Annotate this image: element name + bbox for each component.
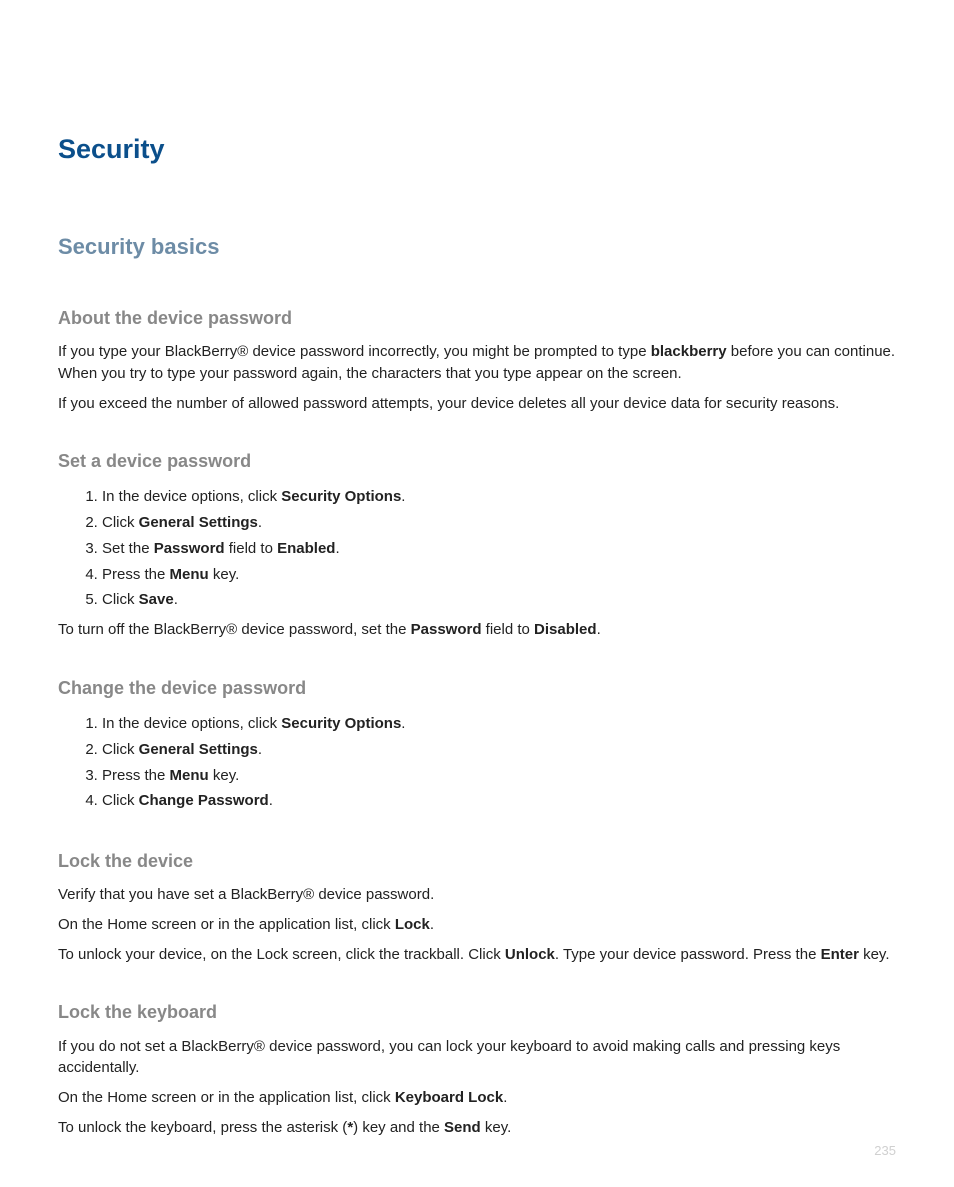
bold-text: Change Password	[139, 792, 269, 809]
bold-text: General Settings	[139, 514, 258, 531]
bold-text: Menu	[170, 767, 209, 784]
text: field to	[482, 621, 535, 638]
text: Click	[102, 514, 139, 531]
bold-text: Enabled	[277, 540, 335, 557]
change-password-steps: In the device options, click Security Op…	[58, 711, 896, 814]
text: ) key and the	[353, 1119, 444, 1136]
text: .	[174, 591, 178, 608]
text: To turn off the BlackBerry® device passw…	[58, 621, 411, 638]
text: key.	[209, 566, 240, 583]
subheading-lock-keyboard: Lock the keyboard	[58, 999, 896, 1025]
lock-keyboard-p3: To unlock the keyboard, press the asteri…	[58, 1117, 896, 1139]
list-item: Click General Settings.	[102, 737, 896, 763]
text: .	[401, 488, 405, 505]
lock-device-p3: To unlock your device, on the Lock scree…	[58, 944, 896, 966]
list-item: Set the Password field to Enabled.	[102, 536, 896, 562]
section-title: Security basics	[58, 231, 896, 263]
text: In the device options, click	[102, 488, 281, 505]
bold-text: General Settings	[139, 741, 258, 758]
list-item: Click Save.	[102, 587, 896, 613]
bold-text: Security Options	[281, 715, 401, 732]
list-item: Click Change Password.	[102, 788, 896, 814]
text: To unlock your device, on the Lock scree…	[58, 946, 505, 963]
about-paragraph-1: If you type your BlackBerry® device pass…	[58, 341, 896, 385]
lock-device-p2: On the Home screen or in the application…	[58, 914, 896, 936]
set-password-after: To turn off the BlackBerry® device passw…	[58, 619, 896, 641]
text: Press the	[102, 566, 170, 583]
list-item: Press the Menu key.	[102, 763, 896, 789]
text: .	[258, 741, 262, 758]
list-item: In the device options, click Security Op…	[102, 484, 896, 510]
subheading-lock-device: Lock the device	[58, 848, 896, 874]
text: .	[335, 540, 339, 557]
text: .	[503, 1089, 507, 1106]
lock-device-p1: Verify that you have set a BlackBerry® d…	[58, 884, 896, 906]
bold-text: Lock	[395, 916, 430, 933]
text: .	[597, 621, 601, 638]
text: On the Home screen or in the application…	[58, 916, 395, 933]
list-item: In the device options, click Security Op…	[102, 711, 896, 737]
text: . Type your device password. Press the	[555, 946, 821, 963]
bold-text: Password	[411, 621, 482, 638]
bold-text: Enter	[821, 946, 859, 963]
text: key.	[209, 767, 240, 784]
text: key.	[859, 946, 890, 963]
text: .	[430, 916, 434, 933]
about-paragraph-2: If you exceed the number of allowed pass…	[58, 393, 896, 415]
lock-keyboard-p2: On the Home screen or in the application…	[58, 1087, 896, 1109]
bold-text: Save	[139, 591, 174, 608]
text: In the device options, click	[102, 715, 281, 732]
bold-text: Unlock	[505, 946, 555, 963]
page-title: Security	[58, 130, 896, 169]
text: To unlock the keyboard, press the asteri…	[58, 1119, 347, 1136]
set-password-steps: In the device options, click Security Op…	[58, 484, 896, 613]
text: .	[269, 792, 273, 809]
bold-text: Password	[154, 540, 225, 557]
text: field to	[225, 540, 278, 557]
text: On the Home screen or in the application…	[58, 1089, 395, 1106]
text: Click	[102, 741, 139, 758]
text: If you type your BlackBerry® device pass…	[58, 343, 651, 360]
list-item: Press the Menu key.	[102, 562, 896, 588]
text: Set the	[102, 540, 154, 557]
subheading-about-device-password: About the device password	[58, 305, 896, 331]
text: Click	[102, 792, 139, 809]
bold-text: Menu	[170, 566, 209, 583]
text: Click	[102, 591, 139, 608]
bold-text: Send	[444, 1119, 481, 1136]
text: key.	[481, 1119, 512, 1136]
bold-text: Security Options	[281, 488, 401, 505]
bold-text: Keyboard Lock	[395, 1089, 503, 1106]
subheading-set-device-password: Set a device password	[58, 448, 896, 474]
bold-text: blackberry	[651, 343, 727, 360]
text: Press the	[102, 767, 170, 784]
bold-text: Disabled	[534, 621, 597, 638]
lock-keyboard-p1: If you do not set a BlackBerry® device p…	[58, 1036, 896, 1080]
text: .	[258, 514, 262, 531]
subheading-change-device-password: Change the device password	[58, 675, 896, 701]
page-number: 235	[874, 1142, 896, 1161]
text: .	[401, 715, 405, 732]
list-item: Click General Settings.	[102, 510, 896, 536]
